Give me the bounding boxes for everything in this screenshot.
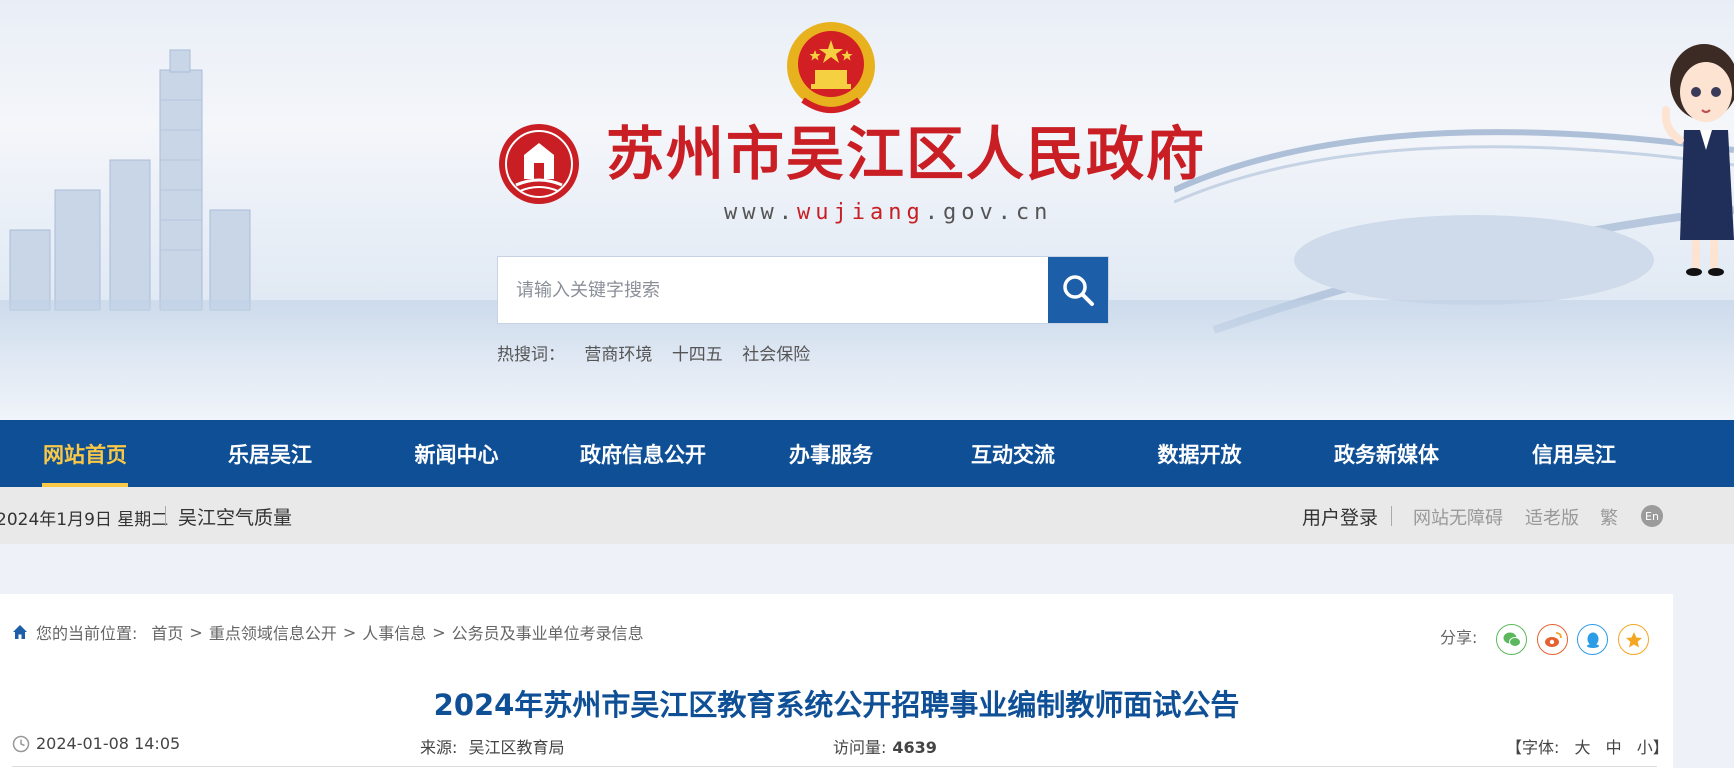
nav-item-services[interactable]: 办事服务 <box>743 420 919 487</box>
article-meta: 2024-01-08 14:05 来源: 吴江区教育局 访问量: 4639 【字体… <box>0 734 1673 760</box>
nav-item-living[interactable]: 乐居吴江 <box>170 420 370 487</box>
hot-word-link[interactable]: 十四五 <box>672 345 723 365</box>
font-size-medium[interactable]: 中 <box>1606 738 1622 757</box>
divider <box>165 506 166 526</box>
header-banner: 苏州市吴江区人民政府 www.wujiang.gov.cn 热搜词： 营商环境 … <box>0 0 1734 420</box>
weibo-share-button[interactable] <box>1537 624 1568 655</box>
breadcrumb-item[interactable]: 人事信息 <box>362 620 426 644</box>
divider <box>1391 506 1392 526</box>
home-icon <box>13 625 27 639</box>
nav-item-open-data[interactable]: 数据开放 <box>1107 420 1292 487</box>
breadcrumb: 您的当前位置: 首页 > 重点领域信息公开 > 人事信息 > 公务员及事业单位考… <box>12 620 644 644</box>
nav-item-credit[interactable]: 信用吴江 <box>1481 420 1667 487</box>
divider <box>12 766 1657 767</box>
nav-item-gov-info[interactable]: 政府信息公开 <box>543 420 743 487</box>
site-url: www.wujiang.gov.cn <box>724 200 1052 225</box>
search-box <box>497 256 1109 324</box>
article-title: 2024年苏州市吴江区教育系统公开招聘事业编制教师面试公告 <box>433 688 1240 722</box>
source-value: 吴江区教育局 <box>468 738 565 757</box>
user-login-link[interactable]: 用户登录 <box>1302 503 1378 530</box>
info-bar: 2024年1月9日 星期二 吴江空气质量 用户登录 网站无障碍 适老版 繁 <box>0 487 1734 544</box>
publish-time: 2024-01-08 14:05 <box>12 734 180 753</box>
nav-item-new-media[interactable]: 政务新媒体 <box>1292 420 1481 487</box>
hot-word-link[interactable]: 营商环境 <box>584 345 652 365</box>
share-label: 分享: <box>1440 628 1478 647</box>
air-quality-link[interactable]: 吴江空气质量 <box>178 503 292 530</box>
font-size-small[interactable]: 小】 <box>1637 738 1669 757</box>
search-button[interactable] <box>1048 257 1108 323</box>
qq-share-button[interactable] <box>1577 624 1608 655</box>
article-panel: 您的当前位置: 首页 > 重点领域信息公开 > 人事信息 > 公务员及事业单位考… <box>0 594 1673 768</box>
hot-word-link[interactable]: 社会保险 <box>742 345 810 365</box>
site-url-prefix: www. <box>724 200 797 225</box>
national-emblem <box>787 22 875 113</box>
english-version-button[interactable]: En <box>1641 505 1663 527</box>
clock-icon <box>12 735 30 752</box>
wechat-share-button[interactable] <box>1496 624 1527 655</box>
font-size-control: 【字体: 大 中 小】 <box>1506 734 1669 758</box>
city-skyline-image <box>9 49 251 311</box>
nav-item-interaction[interactable]: 互动交流 <box>919 420 1107 487</box>
source-label: 来源: <box>420 738 458 757</box>
traditional-chinese-link[interactable]: 繁 <box>1600 504 1618 530</box>
hot-words: 热搜词： 营商环境 十四五 社会保险 <box>497 340 824 365</box>
weibo-icon <box>1544 631 1562 647</box>
article-visits: 访问量: 4639 <box>833 734 937 758</box>
breadcrumb-item[interactable]: 公务员及事业单位考录信息 <box>452 620 644 644</box>
wujiang-logo <box>499 124 579 204</box>
favorite-share-button[interactable] <box>1618 624 1649 655</box>
star-icon <box>1625 631 1642 647</box>
search-input[interactable] <box>498 257 1048 323</box>
main-nav: 网站首页 乐居吴江 新闻中心 政府信息公开 办事服务 互动交流 数据开放 政务新… <box>0 420 1734 487</box>
site-title: 苏州市吴江区人民政府 <box>606 120 1207 188</box>
search-icon <box>1063 275 1094 306</box>
publish-datetime: 2024-01-08 14:05 <box>36 734 181 753</box>
hot-words-label: 热搜词： <box>497 345 565 365</box>
article-source: 来源: 吴江区教育局 <box>420 734 565 758</box>
qq-icon <box>1586 632 1599 648</box>
breadcrumb-label: 您的当前位置: <box>36 624 138 643</box>
breadcrumb-item[interactable]: 重点领域信息公开 <box>209 620 337 644</box>
font-size-large[interactable]: 大 <box>1575 738 1591 757</box>
elderly-mode-link[interactable]: 适老版 <box>1525 504 1579 530</box>
visits-count: 4639 <box>892 738 937 757</box>
breadcrumb-item[interactable]: 首页 <box>151 620 183 644</box>
site-url-domain: wujiang <box>796 200 925 225</box>
nav-item-home[interactable]: 网站首页 <box>0 420 170 487</box>
font-size-label: 【字体: <box>1506 738 1560 757</box>
accessibility-link[interactable]: 网站无障碍 <box>1413 504 1503 530</box>
wechat-icon <box>1503 632 1521 647</box>
site-url-suffix: .gov.cn <box>924 200 1053 225</box>
nav-item-news[interactable]: 新闻中心 <box>370 420 543 487</box>
current-date: 2024年1月9日 星期二 <box>0 510 169 530</box>
mascot-image[interactable] <box>1654 30 1734 280</box>
visits-label: 访问量: <box>833 738 887 757</box>
